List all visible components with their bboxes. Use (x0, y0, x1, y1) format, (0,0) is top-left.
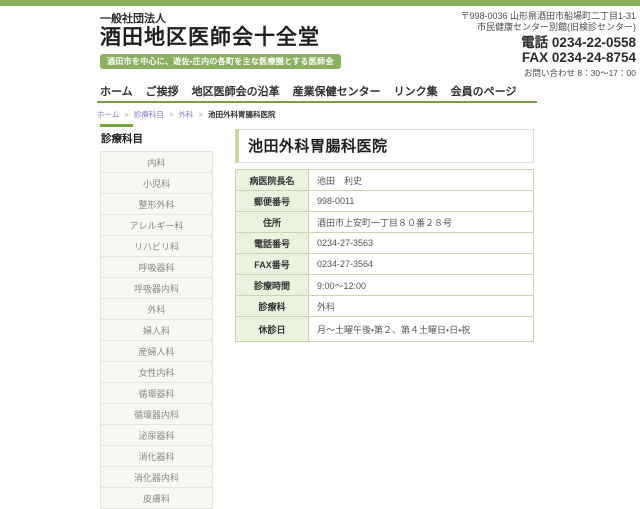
org-type-label: 一般社団法人 (100, 13, 341, 25)
nav-item[interactable]: 産業保健センター (293, 83, 381, 99)
table-value-cell: 0234-27-3564 (309, 254, 534, 275)
page-title-box: 池田外科胃腸科医院 (235, 129, 534, 163)
sidebar-item-department[interactable]: 呼吸器科 (100, 256, 213, 278)
sidebar-item-department[interactable]: 循環器内科 (100, 403, 213, 425)
breadcrumb-link-home[interactable]: ホーム (97, 110, 119, 119)
table-value-cell: 月～土曜午後・第２、第４土曜日・日・祝 (309, 317, 534, 342)
breadcrumb-link-surgery[interactable]: 外科 (178, 110, 193, 119)
page-title: 池田外科胃腸科医院 (248, 138, 388, 155)
nav-underline (97, 101, 537, 103)
sidebar-item-department[interactable]: 皮膚科 (100, 487, 213, 509)
sidebar-title: 診療科目 (101, 131, 213, 146)
table-row: 診療科 外科 (236, 296, 534, 317)
table-label-cell: 病医院長名 (236, 170, 309, 191)
nav-item[interactable]: リンク集 (394, 83, 438, 99)
header-contact-block: 〒998-0036 山形県酒田市船場町二丁目1-31 市民健康センター別館(旧検… (460, 11, 636, 79)
contact-hours: お問い合わせ 8：30〜17：00 (460, 67, 636, 79)
table-label-cell: 休診日 (236, 317, 309, 342)
nav-item[interactable]: ホーム (100, 83, 133, 99)
breadcrumb-separator: > (169, 110, 173, 119)
breadcrumb-link-departments[interactable]: 診療科目 (134, 110, 164, 119)
table-row: 郵便番号 998-0011 (236, 191, 534, 212)
table-label-cell: 診療時間 (236, 275, 309, 296)
phone-number: 電話 0234-22-0558 (460, 35, 636, 51)
sidebar-item-department[interactable]: 女性内科 (100, 361, 213, 383)
table-row: 休診日 月～土曜午後・第２、第４土曜日・日・祝 (236, 317, 534, 342)
nav-item[interactable]: ご挨拶 (146, 83, 179, 99)
clinic-info-table: 病医院長名 池田 利史 郵便番号 998-0011 住所 酒田市上安町一丁目８０… (235, 169, 534, 342)
sidebar-item-department[interactable]: 消化器科 (100, 445, 213, 467)
sidebar-item-department[interactable]: 泌尿器科 (100, 424, 213, 446)
sidebar-item-department[interactable]: 産婦人科 (100, 340, 213, 362)
table-row: 診療時間 9:00～12:00 (236, 275, 534, 296)
sidebar-item-department[interactable]: 呼吸器内科 (100, 277, 213, 299)
table-label-cell: FAX番号 (236, 254, 309, 275)
site-logo[interactable]: 一般社団法人 酒田地区医師会十全堂 酒田市を中心に、遊佐・庄内の各町を主な医療圏… (100, 13, 341, 69)
sidebar-item-department[interactable]: 循環器科 (100, 382, 213, 404)
sidebar-item-department[interactable]: アレルギー科 (100, 214, 213, 236)
table-label-cell: 診療科 (236, 296, 309, 317)
table-row: 病医院長名 池田 利史 (236, 170, 534, 191)
sidebar-accent-bar (100, 124, 133, 127)
fax-number: FAX 0234-24-8754 (460, 50, 636, 66)
breadcrumb-separator: > (124, 110, 128, 119)
table-value-cell: 池田 利史 (309, 170, 534, 191)
table-label-cell: 郵便番号 (236, 191, 309, 212)
site-tagline: 酒田市を中心に、遊佐・庄内の各町を主な医療圏とする医師会 (100, 54, 341, 69)
building-name: 市民健康センター別館(旧検診センター) (460, 22, 636, 33)
sidebar-item-department[interactable]: 婦人科 (100, 319, 213, 341)
sidebar-item-department[interactable]: 消化器内科 (100, 466, 213, 488)
table-label-cell: 電話番号 (236, 233, 309, 254)
table-value-cell: 9:00～12:00 (309, 275, 534, 296)
nav-item[interactable]: 会員のページ (451, 83, 517, 99)
top-green-strip (0, 0, 640, 6)
postal-address: 〒998-0036 山形県酒田市船場町二丁目1-31 (460, 11, 636, 22)
breadcrumb: ホーム > 診療科目 > 外科 > 池田外科胃腸科医院 (97, 109, 276, 120)
sidebar-item-department[interactable]: 小児科 (100, 172, 213, 194)
table-row: 電話番号 0234-27-3563 (236, 233, 534, 254)
main-content: 池田外科胃腸科医院 病医院長名 池田 利史 郵便番号 998-0011 住所 酒… (235, 129, 534, 342)
sidebar-item-department[interactable]: 整形外科 (100, 193, 213, 215)
breadcrumb-current: 池田外科胃腸科医院 (208, 110, 276, 119)
table-row: FAX番号 0234-27-3564 (236, 254, 534, 275)
nav-item[interactable]: 地区医師会の沿革 (192, 83, 280, 99)
sidebar-list: 内科 小児科 整形外科 アレルギー科 リハビリ科 呼吸器科 呼吸器内科 外科 婦… (100, 151, 213, 509)
table-row: 住所 酒田市上安町一丁目８０番２８号 (236, 212, 534, 233)
site-title: 酒田地区医師会十全堂 (100, 25, 341, 51)
sidebar-item-department[interactable]: リハビリ科 (100, 235, 213, 257)
table-value-cell: 998-0011 (309, 191, 534, 212)
sidebar-departments: 診療科目 内科 小児科 整形外科 アレルギー科 リハビリ科 呼吸器科 呼吸器内科… (100, 124, 213, 509)
sidebar-item-department[interactable]: 内科 (100, 151, 213, 173)
breadcrumb-separator: > (199, 110, 203, 119)
table-value-cell: 酒田市上安町一丁目８０番２８号 (309, 212, 534, 233)
table-label-cell: 住所 (236, 212, 309, 233)
main-nav: ホーム ご挨拶 地区医師会の沿革 産業保健センター リンク集 会員のページ (100, 83, 516, 99)
table-value-cell: 0234-27-3563 (309, 233, 534, 254)
sidebar-item-department[interactable]: 外科 (100, 298, 213, 320)
table-value-cell: 外科 (309, 296, 534, 317)
